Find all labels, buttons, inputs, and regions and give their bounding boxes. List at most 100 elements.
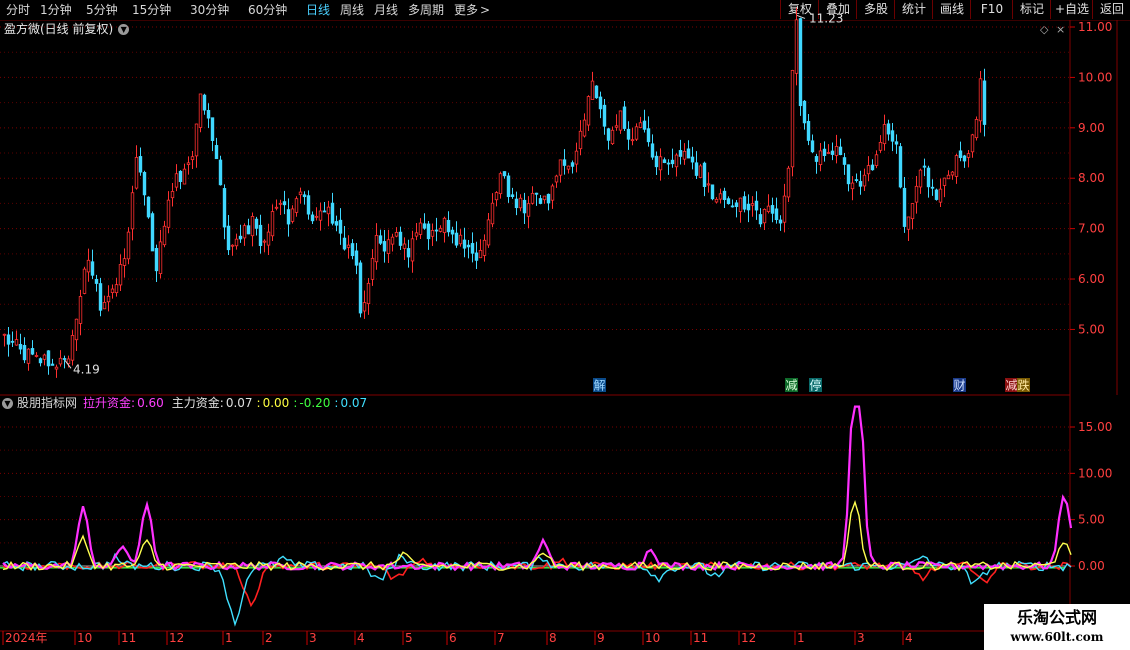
candle-body bbox=[698, 165, 703, 178]
candle-body bbox=[338, 219, 343, 234]
candle-body bbox=[878, 141, 883, 151]
candle-body bbox=[54, 366, 59, 370]
candle-body bbox=[414, 232, 419, 237]
candle-body bbox=[774, 208, 779, 221]
ind-series-lashen bbox=[2, 405, 1073, 572]
candle-body bbox=[418, 222, 423, 235]
candle-body bbox=[734, 202, 739, 208]
candle-body bbox=[558, 159, 563, 176]
candle-body bbox=[254, 218, 259, 229]
candle-body bbox=[750, 203, 755, 206]
candle-body bbox=[66, 358, 71, 364]
candle-body bbox=[394, 232, 399, 237]
candle-body bbox=[602, 104, 607, 127]
candle-body bbox=[38, 358, 43, 364]
candle-body bbox=[826, 152, 831, 154]
candle-body bbox=[966, 153, 971, 158]
sep-2: : bbox=[293, 396, 298, 410]
watermark-line-1: 乐淘公式网 bbox=[1016, 608, 1097, 627]
candle-body bbox=[610, 129, 615, 145]
indicator-header: ▼ 股朋指标网 拉升资金: 0.60 主力资金: 0.07:0.00: -0.20:0.07 bbox=[2, 395, 369, 411]
diamond-icon[interactable]: ◇ bbox=[1040, 23, 1049, 36]
candle-body bbox=[370, 257, 375, 280]
candle-body bbox=[194, 123, 199, 157]
candle-body bbox=[982, 80, 987, 125]
event-marker-5[interactable]: 跌 bbox=[1017, 378, 1029, 393]
candle-body bbox=[430, 230, 435, 237]
candle-body bbox=[234, 238, 239, 247]
candle-body bbox=[782, 195, 787, 223]
event-marker-1[interactable]: 减 bbox=[785, 379, 797, 393]
candle-body bbox=[306, 195, 311, 215]
time-tick-label-3: 12 bbox=[169, 631, 184, 645]
candle-body bbox=[654, 155, 659, 168]
candle-body bbox=[682, 150, 687, 160]
indicator-value-4: -0.20 bbox=[299, 396, 331, 410]
candle-body bbox=[702, 162, 707, 187]
candle-body bbox=[146, 196, 151, 218]
watermark-line-2: www.60lt.com bbox=[1010, 630, 1104, 644]
candle-body bbox=[902, 187, 907, 227]
candle-body bbox=[174, 173, 179, 188]
watermark: 乐淘公式网 www.60lt.com bbox=[984, 604, 1130, 650]
close-icon[interactable]: × bbox=[1056, 23, 1065, 36]
candle-body bbox=[842, 157, 847, 165]
candle-body bbox=[530, 192, 535, 204]
candle-body bbox=[806, 120, 811, 141]
candle-body bbox=[898, 146, 903, 188]
indicator-value-3: 0.00 bbox=[262, 396, 290, 410]
candle-body bbox=[298, 191, 303, 196]
candle-body bbox=[498, 173, 503, 195]
candle-body bbox=[110, 288, 115, 293]
time-tick-label-18: 4 bbox=[905, 631, 913, 645]
candle-body bbox=[274, 206, 279, 209]
candle-body bbox=[470, 243, 475, 254]
candle-body bbox=[590, 80, 595, 100]
time-tick-label-13: 10 bbox=[645, 631, 660, 645]
candle-body bbox=[150, 213, 155, 252]
ind-tick-label-1: 5.00 bbox=[1078, 513, 1105, 527]
title-dropdown-icon[interactable]: ▼ bbox=[118, 24, 130, 35]
candle-body bbox=[134, 157, 139, 189]
candle-body bbox=[94, 278, 99, 284]
candle-body bbox=[214, 145, 219, 160]
candle-body bbox=[518, 197, 523, 209]
price-tick-label-4: 9.00 bbox=[1078, 121, 1105, 135]
candle-body bbox=[454, 232, 459, 246]
candle-body bbox=[114, 284, 119, 294]
candle-body bbox=[662, 159, 667, 164]
candle-body bbox=[970, 134, 975, 153]
event-marker-4[interactable]: 减 bbox=[1005, 379, 1017, 393]
candle-body bbox=[50, 363, 55, 366]
candle-body bbox=[270, 211, 275, 237]
event-marker-3[interactable]: 财 bbox=[953, 379, 965, 393]
candle-body bbox=[294, 198, 299, 213]
candle-body bbox=[942, 177, 947, 186]
candle-body bbox=[814, 156, 819, 162]
candle-body bbox=[82, 268, 87, 294]
candle-body bbox=[98, 283, 103, 311]
candle-body bbox=[562, 159, 567, 166]
candle-body bbox=[438, 227, 443, 232]
candle-body bbox=[818, 150, 823, 166]
candle-body bbox=[810, 140, 815, 153]
candle-body bbox=[290, 208, 295, 222]
candle-body bbox=[34, 355, 39, 357]
event-marker-0[interactable]: 解 bbox=[593, 379, 605, 393]
candle-body bbox=[90, 261, 95, 276]
candle-body bbox=[342, 237, 347, 250]
candle-body bbox=[386, 239, 391, 254]
candle-body bbox=[186, 162, 191, 165]
candle-body bbox=[494, 192, 499, 201]
candle-body bbox=[626, 128, 631, 140]
candle-body bbox=[758, 214, 763, 225]
candle-body bbox=[266, 231, 271, 246]
indicator-dropdown-icon[interactable]: ▼ bbox=[2, 398, 13, 409]
event-marker-2[interactable]: 停 bbox=[809, 378, 821, 393]
candle-body bbox=[102, 302, 107, 310]
candle-body bbox=[242, 225, 247, 239]
main-panel-header: 盈方微(日线 前复权) ▼ bbox=[4, 21, 131, 37]
candle-body bbox=[570, 162, 575, 167]
candle-body bbox=[62, 358, 67, 360]
zhuli-label: 主力资金: bbox=[171, 396, 224, 410]
